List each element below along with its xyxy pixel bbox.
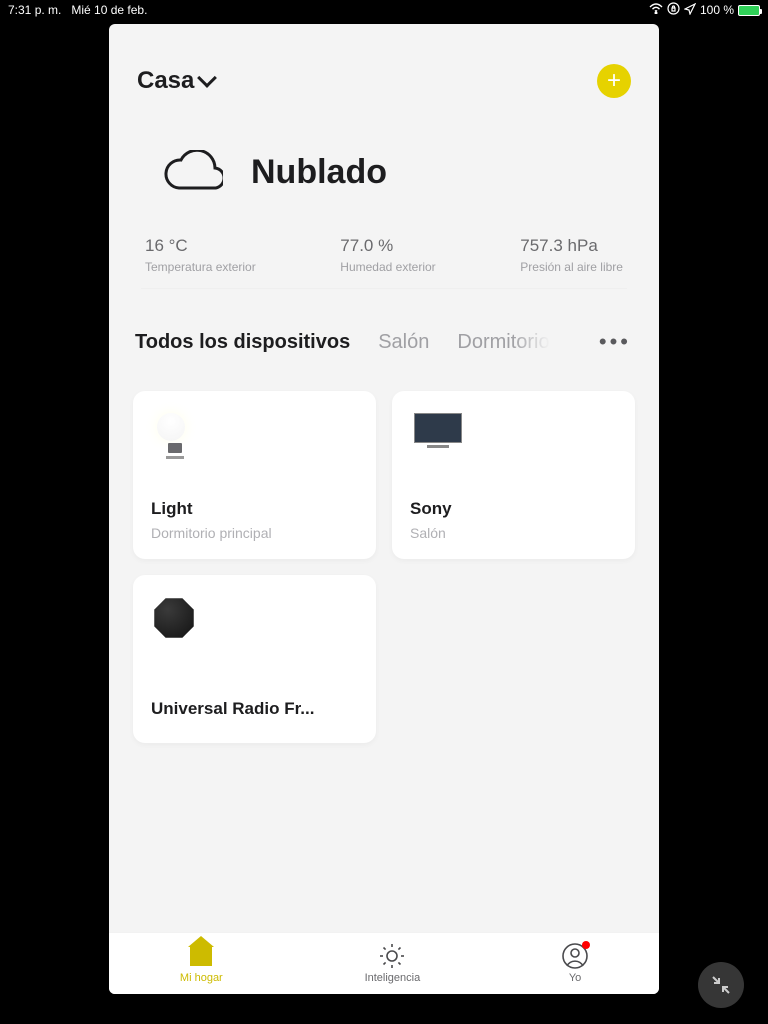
notification-dot-icon: [582, 941, 590, 949]
chevron-down-icon: [197, 68, 217, 88]
nav-label: Inteligencia: [365, 972, 421, 984]
device-card-sony[interactable]: Sony Salón: [392, 391, 635, 559]
bottom-nav: Mi hogar Inteligencia Yo: [109, 932, 659, 994]
device-status-bar: 7:31 p. m. Mié 10 de feb. 100 %: [0, 0, 768, 20]
house-icon: [190, 946, 212, 966]
device-room: Dormitorio principal: [151, 525, 358, 541]
device-name: Universal Radio Fr...: [151, 699, 358, 719]
wifi-icon: [649, 3, 663, 17]
home-name: Casa: [137, 67, 194, 95]
status-date: Mié 10 de feb.: [71, 3, 147, 17]
nav-label: Yo: [569, 972, 581, 984]
battery-percent: 100 %: [700, 3, 734, 17]
person-icon: [562, 943, 588, 969]
lightbulb-icon: [157, 413, 193, 467]
cloud-icon: [159, 150, 223, 194]
stat-temperature: 16 °C Temperatura exterior: [145, 236, 256, 274]
battery-icon: [738, 5, 760, 16]
device-name: Light: [151, 499, 358, 519]
orientation-lock-icon: [667, 2, 680, 18]
weather-widget[interactable]: Nublado 16 °C Temperatura exterior 77.0 …: [133, 110, 635, 307]
device-grid: Light Dormitorio principal Sony Salón: [133, 361, 635, 743]
stat-humidity: 77.0 % Humedad exterior: [340, 236, 435, 274]
nav-intelligence[interactable]: Inteligencia: [365, 943, 421, 984]
tab-salon[interactable]: Salón: [378, 331, 429, 354]
add-button[interactable]: [597, 64, 631, 98]
location-icon: [684, 3, 696, 18]
more-tabs-button[interactable]: •••: [599, 329, 633, 355]
nav-home[interactable]: Mi hogar: [180, 943, 223, 984]
tab-all-devices[interactable]: Todos los dispositivos: [135, 331, 350, 354]
hub-icon: [153, 597, 197, 641]
app-header: Casa: [133, 46, 635, 110]
device-card-universal[interactable]: Universal Radio Fr...: [133, 575, 376, 743]
tab-dormitorio[interactable]: Dormitorio: [457, 331, 549, 354]
room-tabs: Todos los dispositivos Salón Dormitorio …: [133, 307, 635, 361]
device-name: Sony: [410, 499, 617, 519]
stat-pressure: 757.3 hPa Presión al aire libre: [520, 236, 623, 274]
nav-profile[interactable]: Yo: [562, 943, 588, 984]
collapse-fab[interactable]: [698, 962, 744, 1008]
sun-icon: [379, 943, 405, 969]
home-selector[interactable]: Casa: [137, 67, 214, 95]
app-window: Casa Nublado 16 °C Temperatura exterior: [109, 24, 659, 994]
weather-condition: Nublado: [251, 153, 387, 192]
tv-icon: [414, 413, 462, 457]
status-time: 7:31 p. m.: [8, 3, 61, 17]
device-room: Salón: [410, 525, 617, 541]
nav-label: Mi hogar: [180, 972, 223, 984]
device-card-light[interactable]: Light Dormitorio principal: [133, 391, 376, 559]
